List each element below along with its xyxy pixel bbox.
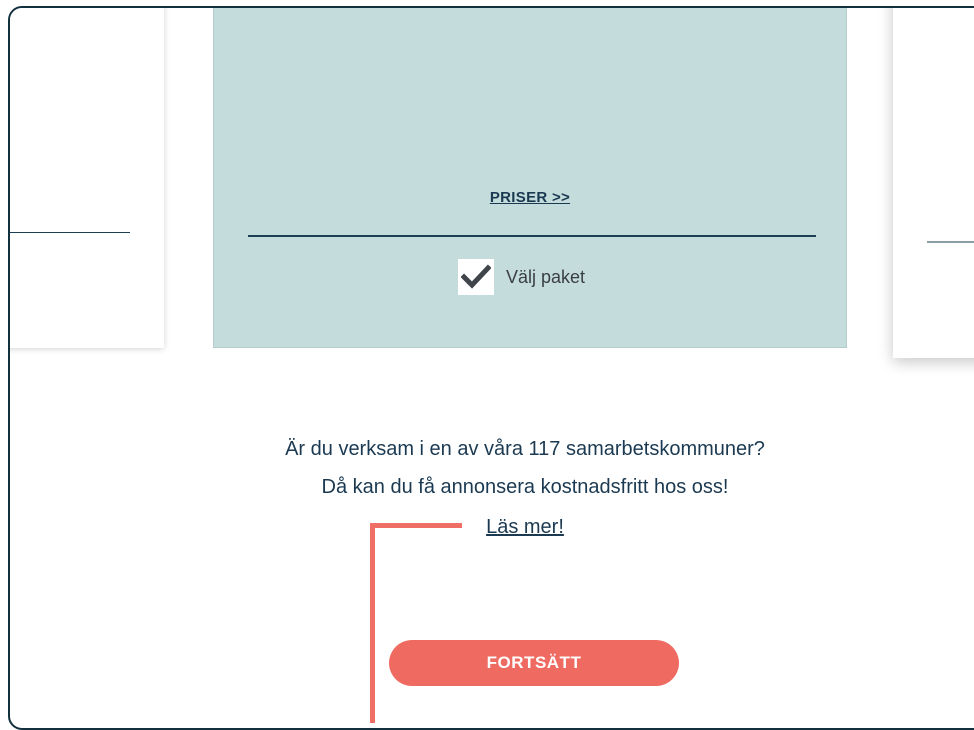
read-more-link[interactable]: Läs mer! [10, 516, 974, 539]
annotation-pointer-vertical [370, 523, 375, 723]
select-package-toggle[interactable]: Välj paket [458, 259, 585, 295]
card-divider [248, 235, 816, 237]
card-divider [927, 241, 974, 243]
screenshot-frame: PRISER >> Välj paket Är du verksam i en … [8, 6, 974, 730]
package-card-left [10, 8, 164, 348]
package-checkbox[interactable] [458, 259, 494, 295]
promo-offer: Då kan du få annonsera kostnadsfritt hos… [321, 476, 729, 498]
checkmark-icon [461, 264, 491, 289]
select-package-label: Välj paket [506, 266, 586, 287]
package-card-selected: PRISER >> Välj paket [213, 8, 847, 348]
card-divider [10, 232, 130, 233]
promo-question: Är du verksam i en av våra 117 samarbets… [285, 438, 765, 460]
prices-link[interactable]: PRISER >> [214, 189, 846, 206]
annotation-pointer-horizontal [370, 523, 462, 528]
package-card-right [893, 8, 974, 358]
continue-button[interactable]: FORTSÄTT [389, 640, 679, 686]
